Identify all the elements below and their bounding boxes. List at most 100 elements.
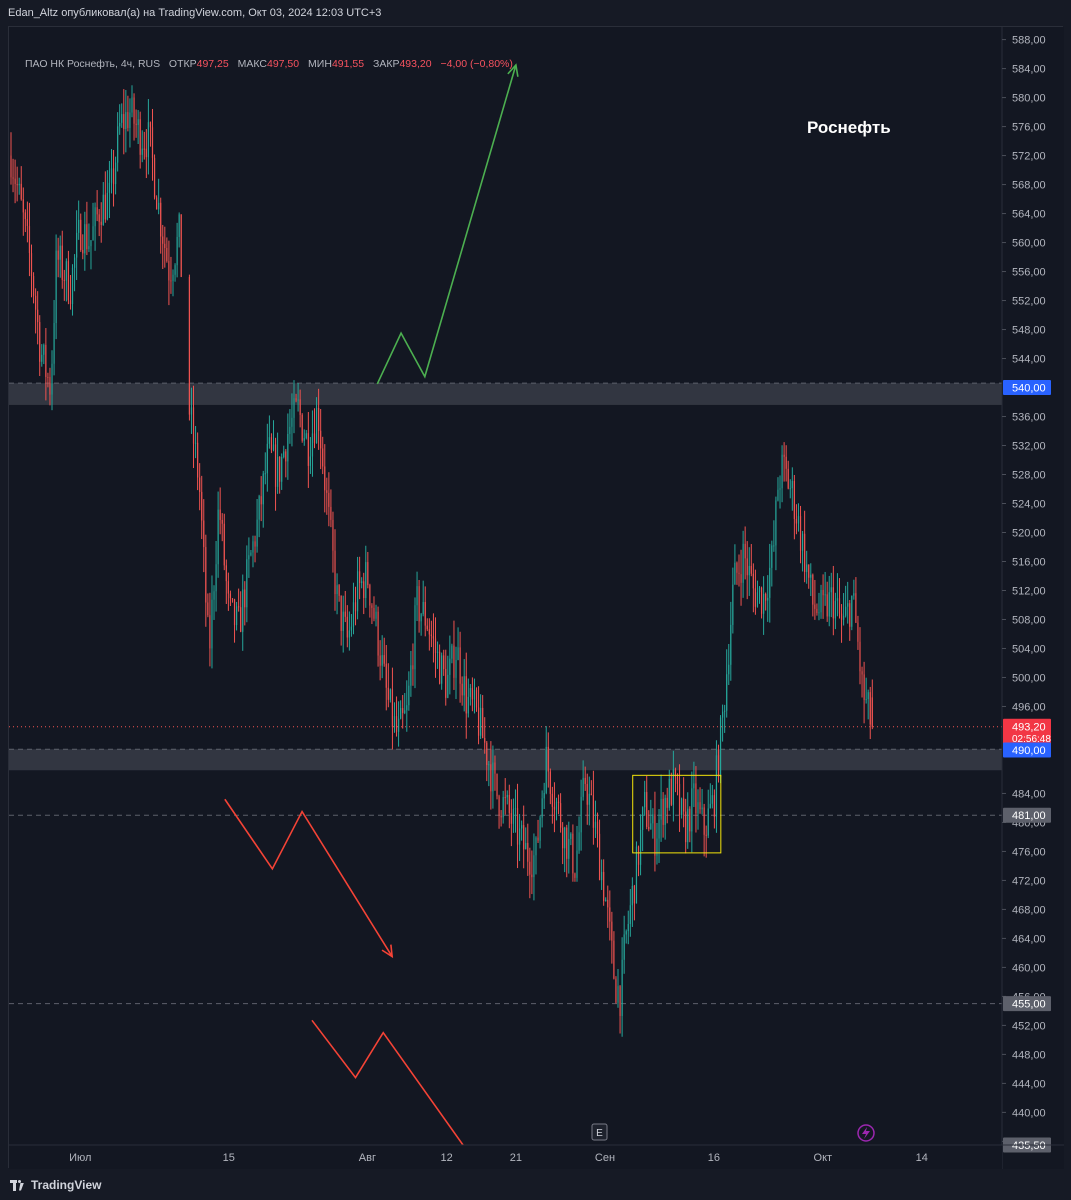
candle-down xyxy=(334,529,336,611)
candle-down xyxy=(254,535,256,563)
candle-body xyxy=(108,182,111,193)
candle-body xyxy=(82,249,84,254)
candle-up xyxy=(810,563,812,597)
price-tick-label: 560,00 xyxy=(1012,238,1046,250)
candle-body xyxy=(730,624,732,665)
candle-up xyxy=(789,479,791,499)
candle-body xyxy=(137,119,139,125)
candle-up xyxy=(397,701,400,747)
candle-body xyxy=(266,443,268,474)
candle-up xyxy=(672,750,674,822)
candle-up xyxy=(141,130,143,163)
candle-body xyxy=(166,247,168,262)
candle-body xyxy=(623,934,625,960)
candle-body xyxy=(268,437,270,444)
candle-down xyxy=(69,274,72,310)
candle-down xyxy=(340,595,342,646)
candle-body xyxy=(525,842,527,850)
candle-body xyxy=(461,683,463,696)
candle-down xyxy=(609,890,611,941)
candle-body xyxy=(711,795,713,804)
candle-body xyxy=(639,829,642,865)
support-resistance-zone xyxy=(9,749,1002,771)
candle-down xyxy=(430,620,432,648)
price-tick-label: 500,00 xyxy=(1012,672,1046,684)
candle-up xyxy=(449,635,451,695)
candle-down xyxy=(207,593,209,618)
candle-up xyxy=(541,790,543,828)
candle-down xyxy=(367,551,369,589)
candle-body xyxy=(28,226,31,254)
price-tick-label: 532,00 xyxy=(1012,441,1046,453)
candle-down xyxy=(584,766,586,791)
candle-body xyxy=(617,986,619,1003)
candle-body xyxy=(625,931,627,935)
candle-body xyxy=(301,414,303,441)
candle-body xyxy=(18,183,20,186)
candle-body xyxy=(699,802,701,810)
price-label: 481,00 xyxy=(1012,810,1046,822)
candle-body xyxy=(283,451,285,458)
candle-down xyxy=(566,824,568,878)
candle-up xyxy=(773,520,775,552)
candle-down xyxy=(260,476,262,522)
earnings-marker-icon[interactable]: E xyxy=(591,1123,608,1141)
candle-down xyxy=(80,213,82,252)
candle-down xyxy=(676,773,679,796)
candle-up xyxy=(235,601,238,631)
candle-body xyxy=(78,219,80,233)
candle-up xyxy=(252,535,254,568)
candle-up xyxy=(621,937,623,1037)
candle-down xyxy=(596,812,599,848)
candle-up xyxy=(502,790,504,824)
candle-down xyxy=(231,598,234,603)
candle-down xyxy=(160,197,162,254)
candle-body xyxy=(297,399,299,401)
symbol-label[interactable]: ПАО НК Роснефть, 4ч, RUS xyxy=(25,58,160,70)
candle-body xyxy=(361,581,363,584)
candle-down xyxy=(63,269,65,301)
candle-down xyxy=(133,93,135,141)
candle-up xyxy=(582,760,584,801)
candle-body xyxy=(551,793,553,807)
candle-down xyxy=(654,791,656,872)
candle-body xyxy=(190,407,193,415)
candle-down xyxy=(170,256,172,294)
candle-body xyxy=(473,689,476,700)
candlestick-chart[interactable]: Роснефть 588,00 584,00 580,00 576,00 572,00 56… xyxy=(9,27,1064,1169)
candle-body xyxy=(814,604,816,609)
candle-down xyxy=(301,413,303,443)
candle-body xyxy=(680,798,683,816)
candle-body xyxy=(334,550,336,595)
candle-down xyxy=(418,579,420,633)
candle-body xyxy=(445,668,447,698)
candle-body xyxy=(781,454,783,489)
candle-up xyxy=(576,825,578,882)
candle-down xyxy=(162,224,164,269)
candle-down xyxy=(683,777,685,828)
candle-body xyxy=(635,846,638,904)
candle-up xyxy=(756,580,759,608)
candle-up xyxy=(172,269,174,297)
candle-body xyxy=(576,850,578,878)
candle-down xyxy=(465,652,467,739)
candle-body xyxy=(838,598,841,614)
chart-frame[interactable]: Роснефть 588,00 584,00 580,00 576,00 572,00 56… xyxy=(8,26,1064,1169)
candle-up xyxy=(543,782,545,809)
candle-up xyxy=(416,571,418,622)
candle-body xyxy=(47,376,49,378)
candle-down xyxy=(799,505,802,564)
candle-body xyxy=(820,589,822,613)
candle-down xyxy=(504,778,506,815)
tradingview-logo[interactable]: TradingView xyxy=(10,1178,101,1192)
price-tick-label: 440,00 xyxy=(1012,1107,1046,1119)
candle-body xyxy=(367,562,369,586)
candle-body xyxy=(100,221,102,225)
candle-body xyxy=(35,295,37,310)
candle-down xyxy=(840,604,843,643)
candle-body xyxy=(205,547,207,603)
candle-up xyxy=(55,234,57,340)
candle-body xyxy=(299,399,301,415)
candle-body xyxy=(160,202,162,237)
candle-down xyxy=(586,773,588,825)
